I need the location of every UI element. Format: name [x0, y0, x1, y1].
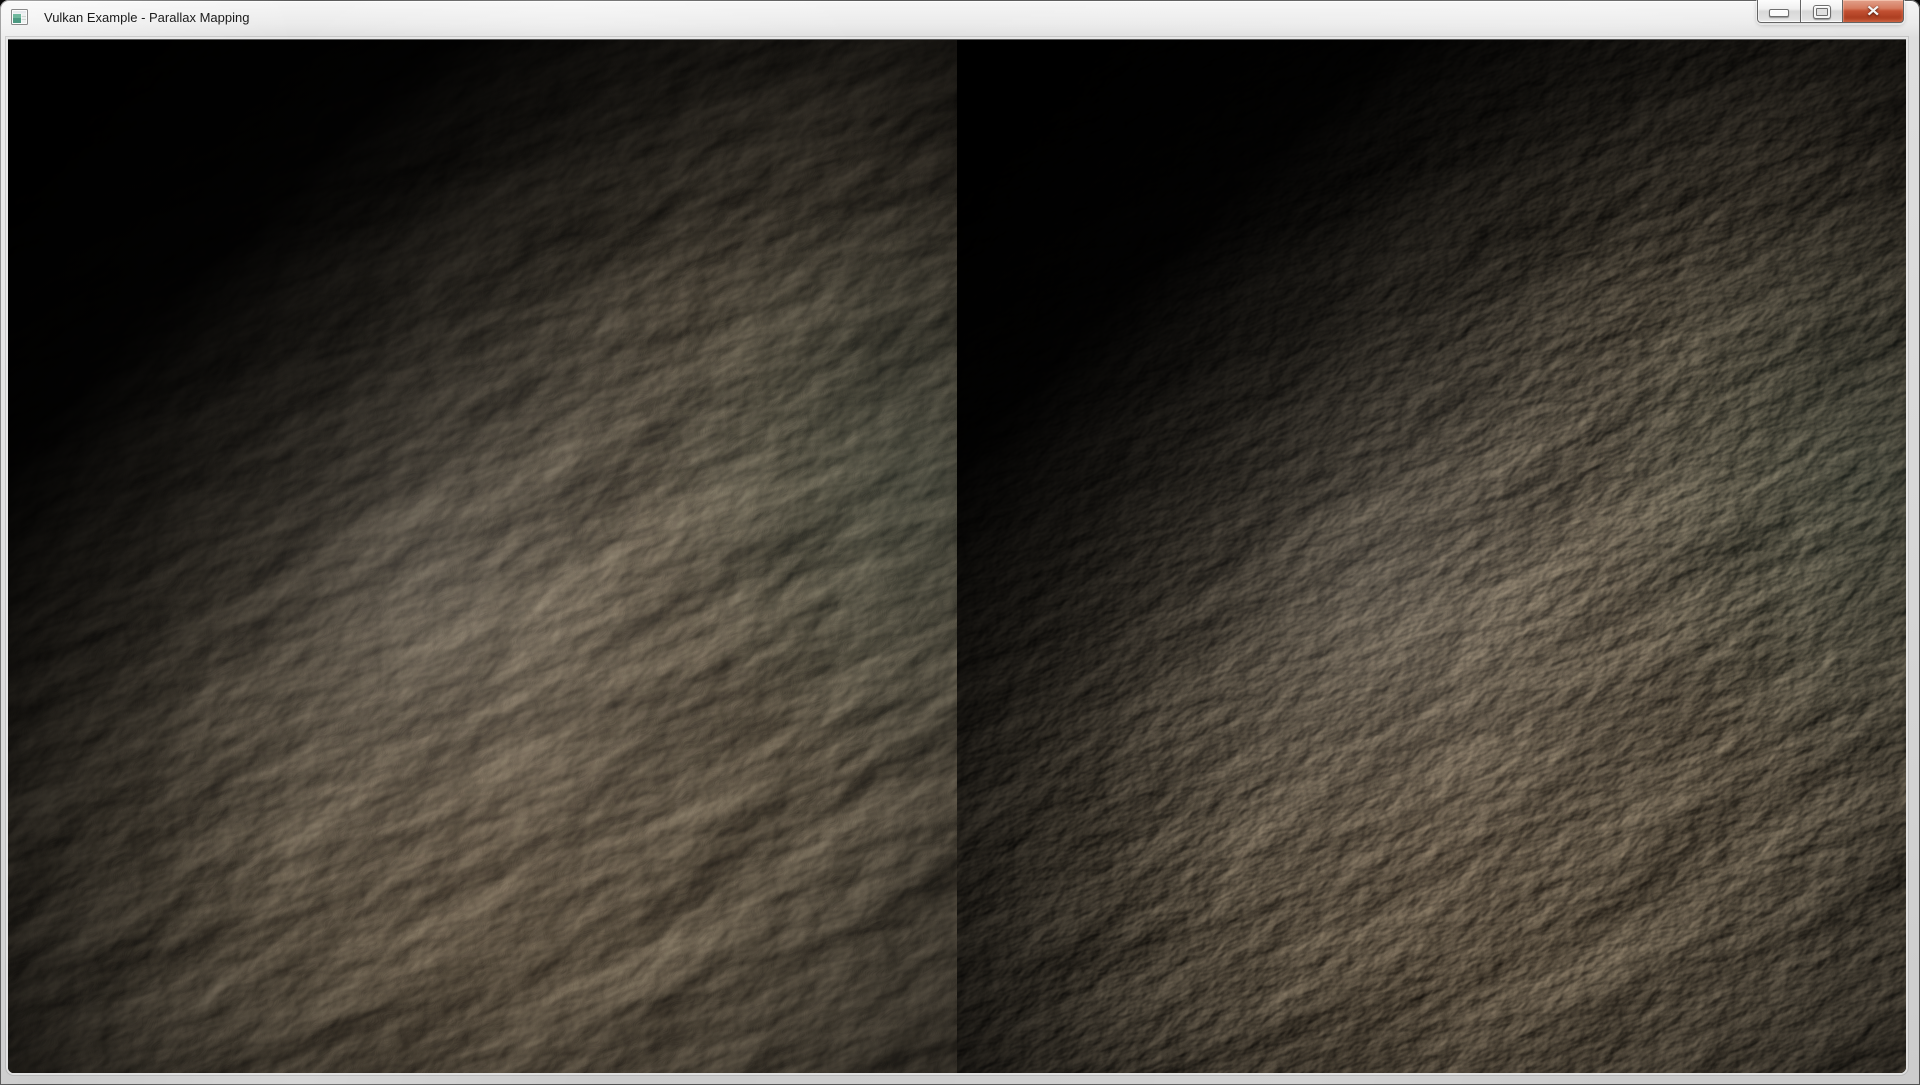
window-controls: ✕ [1757, 0, 1904, 23]
desktop-background: Vulkan Example - Parallax Mapping ✕ [0, 0, 1920, 1085]
app-icon[interactable] [11, 9, 28, 26]
render-area [8, 39, 1906, 1073]
app-icon-image [11, 9, 28, 26]
maximize-window-icon [1813, 5, 1831, 19]
rock-render-left [8, 40, 957, 1073]
viewport-right[interactable] [957, 40, 1906, 1073]
close-x-icon: ✕ [1866, 4, 1880, 19]
close-button[interactable]: ✕ [1843, 0, 1904, 23]
title-bar[interactable]: Vulkan Example - Parallax Mapping ✕ [0, 0, 1920, 39]
rock-render-right [957, 40, 1906, 1073]
viewport-left[interactable] [8, 40, 957, 1073]
app-window: Vulkan Example - Parallax Mapping ✕ [0, 0, 1920, 1085]
maximize-button[interactable] [1801, 0, 1843, 23]
minimize-button[interactable] [1757, 0, 1801, 23]
minimize-dash-icon [1769, 9, 1789, 17]
window-title: Vulkan Example - Parallax Mapping [44, 0, 249, 36]
